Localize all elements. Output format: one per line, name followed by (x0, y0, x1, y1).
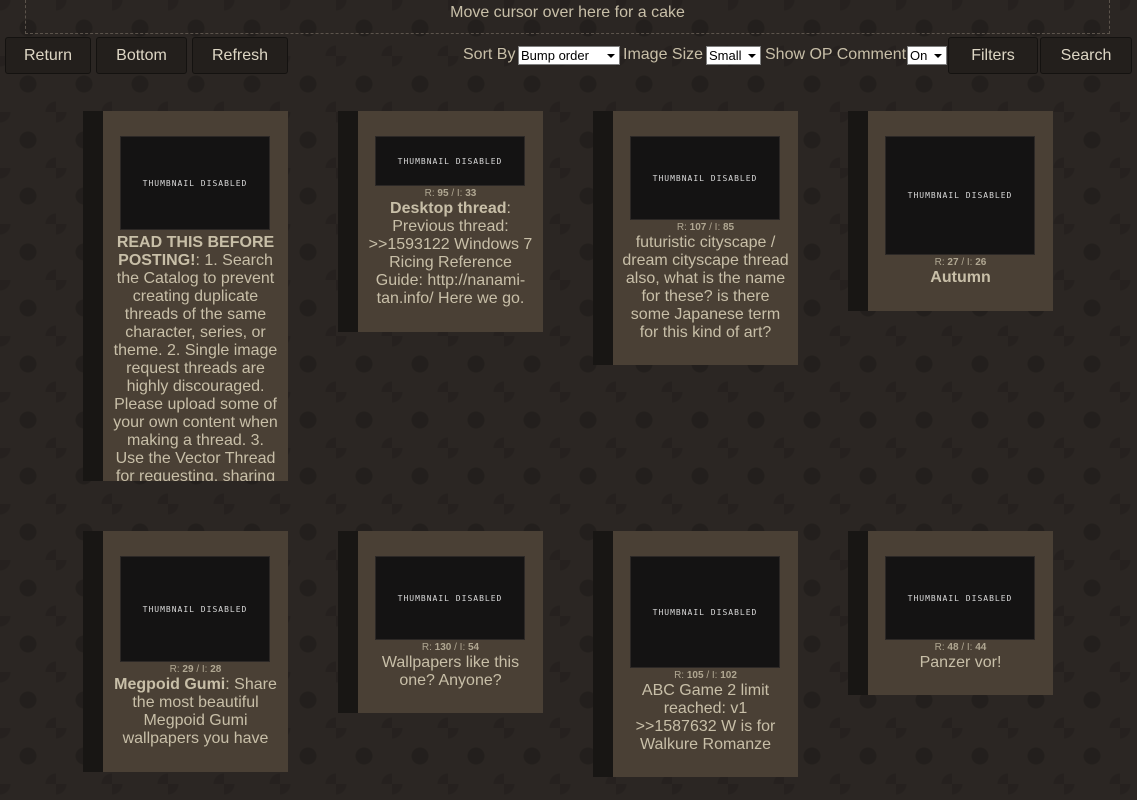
thread-stats: R: 107 / I: 85 (676, 222, 735, 233)
thread-teaser: futuristic cityscape / dream cityscape t… (621, 234, 790, 342)
thread-teaser: ABC Game 2 limit reached: v1 >>1587632 W… (621, 682, 790, 754)
thread-stats: R: 48 / I: 44 (934, 642, 987, 653)
search-button[interactable]: Search (1040, 37, 1132, 74)
thread-comment: futuristic cityscape / dream cityscape t… (622, 234, 789, 341)
thread-thumbnail[interactable]: THUMBNAIL DISABLED (375, 136, 525, 186)
catalog-thread-card[interactable]: THUMBNAIL DISABLED R: 48 / I: 44 Panzer … (848, 531, 1053, 695)
thread-comment: 1. Search the Catalog to prevent creatin… (113, 252, 278, 481)
thread-teaser: Wallpapers like this one? Anyone? (366, 654, 535, 690)
catalog-thread-card[interactable]: THUMBNAIL DISABLED R: 107 / I: 85 futuri… (593, 111, 798, 365)
show-op-comment-select[interactable]: On (907, 46, 947, 65)
sort-by-label: Sort By (463, 46, 516, 63)
refresh-button[interactable]: Refresh (192, 37, 288, 74)
cake-hover-area[interactable]: Move cursor over here for a cake (25, 0, 1110, 34)
thread-subject: Desktop thread (390, 200, 507, 217)
thread-subject: Megpoid Gumi (114, 676, 226, 693)
image-size-value: Small (709, 48, 742, 63)
thread-thumbnail[interactable]: THUMBNAIL DISABLED (885, 136, 1035, 255)
thread-thumbnail[interactable]: THUMBNAIL DISABLED (885, 556, 1035, 640)
filters-button[interactable]: Filters (948, 37, 1038, 74)
thread-thumbnail[interactable]: THUMBNAIL DISABLED (120, 136, 270, 230)
sort-by-value: Bump order (521, 48, 589, 63)
thread-thumbnail[interactable]: THUMBNAIL DISABLED (630, 136, 780, 220)
thread-stats: R: 130 / I: 54 (421, 642, 480, 653)
catalog-thread-card[interactable]: THUMBNAIL DISABLED R: 130 / I: 54 Wallpa… (338, 531, 543, 713)
thread-subject: Autumn (930, 269, 991, 286)
thread-stats: R: 95 / I: 33 (424, 188, 477, 199)
catalog-thread-card[interactable]: THUMBNAIL DISABLED R: 105 / I: 102 ABC G… (593, 531, 798, 777)
dropdown-arrow-icon (607, 54, 615, 58)
catalog-thread-card[interactable]: THUMBNAIL DISABLED R: 95 / I: 33 Desktop… (338, 111, 543, 332)
thread-thumbnail[interactable]: THUMBNAIL DISABLED (630, 556, 780, 668)
thread-stats: R: 105 / I: 102 (674, 670, 737, 681)
catalog-thread-card[interactable]: THUMBNAIL DISABLED R: 27 / I: 26 Autumn (848, 111, 1053, 311)
catalog-thread-card[interactable]: THUMBNAIL DISABLED READ THIS BEFORE POST… (83, 111, 288, 481)
thread-comment: Panzer vor! (919, 654, 1002, 671)
thread-stats: R: 29 / I: 28 (169, 664, 222, 675)
show-op-comment-label: Show OP Comment (765, 46, 907, 63)
thread-thumbnail[interactable]: THUMBNAIL DISABLED (375, 556, 525, 640)
dropdown-arrow-icon (934, 54, 942, 58)
catalog-thread-card[interactable]: THUMBNAIL DISABLED R: 29 / I: 28 Megpoid… (83, 531, 288, 772)
show-op-comment-value: On (910, 48, 928, 63)
bottom-button[interactable]: Bottom (96, 37, 187, 74)
thread-teaser: Desktop thread: Previous thread: >>15931… (368, 200, 533, 307)
image-size-select[interactable]: Small (706, 46, 761, 65)
thread-teaser: READ THIS BEFORE POSTING!: 1. Search the… (111, 234, 280, 481)
thread-teaser: Panzer vor! (876, 654, 1045, 672)
thread-teaser: Megpoid Gumi: Share the most beautiful M… (114, 676, 277, 747)
dropdown-arrow-icon (748, 54, 756, 58)
image-size-label: Image Size (623, 46, 704, 63)
thread-teaser: Autumn (876, 269, 1045, 287)
sort-by-select[interactable]: Bump order (518, 46, 620, 65)
thread-comment: ABC Game 2 limit reached: v1 >>1587632 W… (635, 682, 776, 753)
thread-comment: Wallpapers like this one? Anyone? (381, 654, 520, 689)
thread-comment: Previous thread: >>1593122 Windows 7 Ric… (368, 218, 533, 307)
thread-thumbnail[interactable]: THUMBNAIL DISABLED (120, 556, 270, 662)
return-button[interactable]: Return (5, 37, 91, 74)
thread-stats: R: 27 / I: 26 (934, 257, 987, 268)
